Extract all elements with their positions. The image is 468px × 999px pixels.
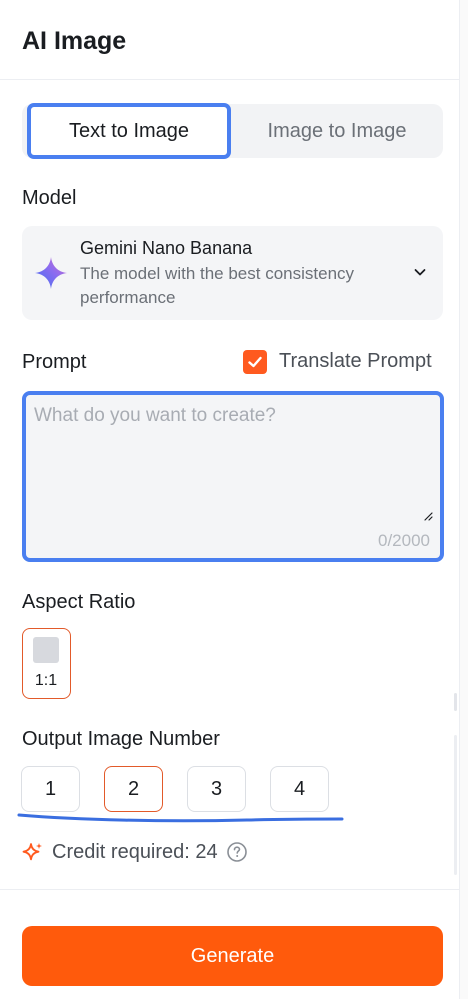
translate-prompt-label[interactable]: Translate Prompt	[279, 350, 432, 373]
square-ratio-icon	[33, 637, 59, 663]
page-title: AI Image	[22, 27, 127, 55]
resize-handle-icon[interactable]	[423, 511, 433, 521]
annotation-underline	[17, 813, 344, 823]
tab-text-to-image[interactable]: Text to Image	[27, 103, 231, 159]
mode-tabs: Text to Image Image to Image	[22, 103, 443, 159]
chevron-down-icon	[414, 269, 426, 276]
model-description: The model with the best consistency perf…	[80, 264, 355, 307]
prompt-label: Prompt	[22, 351, 87, 373]
panel-header: AI Image	[0, 0, 460, 80]
checkmark-icon	[248, 356, 262, 368]
aspect-ratio-label: Aspect Ratio	[22, 591, 136, 613]
sparkle-credit-icon	[22, 843, 42, 861]
tab-image-to-image[interactable]: Image to Image	[231, 104, 443, 158]
translate-prompt-checkbox[interactable]	[243, 350, 267, 374]
output-number-4[interactable]: 4	[270, 766, 329, 812]
question-circle-icon[interactable]	[226, 841, 248, 863]
aspect-ratio-option-label: 1:1	[34, 672, 58, 689]
credit-row: Credit required: 24	[22, 838, 248, 866]
scrollbar-track[interactable]	[460, 0, 468, 999]
scrollbar-indicator	[454, 735, 457, 875]
aspect-ratio-option-1-1[interactable]: 1:1	[22, 628, 71, 699]
ai-image-panel: AI Image Text to Image Image to Image Mo…	[0, 0, 460, 999]
output-number-2[interactable]: 2	[104, 766, 163, 812]
scrollbar-thumb[interactable]	[454, 693, 457, 711]
credit-required-text: Credit required: 24	[52, 840, 218, 863]
prompt-field-container: 0/2000	[22, 391, 444, 562]
output-number-1[interactable]: 1	[21, 766, 80, 812]
output-number-3[interactable]: 3	[187, 766, 246, 812]
generate-button[interactable]: Generate	[22, 926, 443, 986]
model-selector[interactable]: Gemini Nano Banana The model with the be…	[22, 226, 443, 320]
output-number-label: Output Image Number	[22, 728, 220, 750]
model-label: Model	[22, 187, 77, 209]
char-count: 0/2000	[378, 531, 430, 550]
footer-divider	[0, 889, 460, 890]
gemini-sparkle-icon	[35, 257, 67, 289]
model-name: Gemini Nano Banana	[80, 238, 253, 258]
prompt-input[interactable]	[34, 405, 424, 505]
